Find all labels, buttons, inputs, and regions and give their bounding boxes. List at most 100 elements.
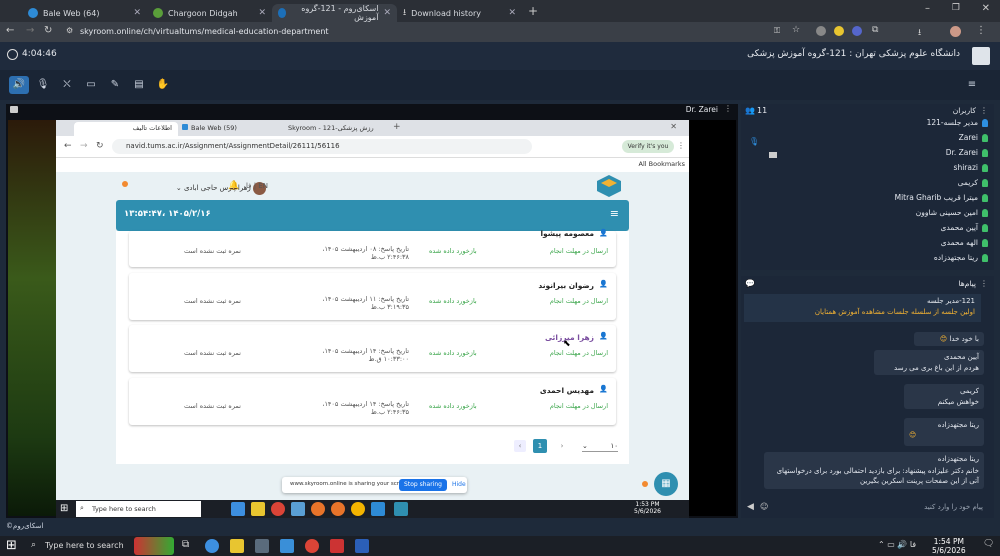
- extensions-icon[interactable]: ⧉: [872, 25, 878, 35]
- maximize-button[interactable]: ❐: [952, 3, 960, 13]
- user-item[interactable]: آیین محمدی: [940, 223, 978, 232]
- page-size-select[interactable]: ⌄ ۱۰: [582, 442, 618, 452]
- new-tab-button[interactable]: +: [528, 4, 538, 18]
- hide-button[interactable]: Hide: [452, 481, 466, 488]
- user-menu[interactable]: زهرا پارس حاجی ابادی ⌄: [116, 180, 266, 196]
- prev-page-button[interactable]: ‹: [514, 440, 526, 452]
- user-item[interactable]: shirazi: [954, 163, 978, 172]
- list-item[interactable]: رضوان بیرانوند 👤 ارسال در مهلت انجام باز…: [129, 273, 616, 320]
- user-item[interactable]: 121-مدیر جلسه: [927, 118, 978, 127]
- files-button[interactable]: ▤: [129, 76, 149, 94]
- user-item[interactable]: Dr. Zarei: [946, 148, 978, 157]
- browser-tab-skyroom[interactable]: اسکای‌روم - 121-گروه آموزش ✕: [272, 4, 397, 22]
- store-icon[interactable]: [255, 539, 269, 553]
- close-icon[interactable]: ✕: [258, 8, 266, 18]
- windows-icon[interactable]: ⊞: [60, 503, 68, 514]
- language-switch[interactable]: فا | EN: [246, 182, 268, 190]
- bell-icon[interactable]: 🔔: [228, 181, 239, 191]
- close-icon[interactable]: ✕: [508, 8, 516, 18]
- app-icon[interactable]: [371, 502, 385, 516]
- notifications-icon[interactable]: 🗨: [983, 539, 994, 549]
- menu-icon[interactable]: ⋮: [677, 141, 685, 150]
- new-tab-button[interactable]: +: [393, 122, 401, 132]
- close-window-button[interactable]: ✕: [982, 3, 990, 14]
- stop-sharing-button[interactable]: Stop sharing: [399, 479, 447, 491]
- inner-tab[interactable]: Skyroom - 121-رزش پزشکی: [288, 124, 388, 132]
- inner-search-box[interactable]: ⌕ Type here to search: [76, 501, 201, 517]
- back-icon[interactable]: ←: [6, 25, 14, 36]
- powerpoint-icon[interactable]: [330, 539, 344, 553]
- raise-hand-button[interactable]: ✋: [153, 76, 173, 94]
- chrome-icon[interactable]: [305, 539, 319, 553]
- list-item[interactable]: معصومه پیشوا 👤 ارسال در مهلت انجام بازخو…: [129, 229, 616, 267]
- inner-url-input[interactable]: navid.tums.ac.ir/Assignment/AssignmentDe…: [112, 139, 532, 154]
- verify-chip[interactable]: Verify it's you: [622, 140, 674, 153]
- browser-tab-chargoon[interactable]: Chargoon Didgah ✕: [147, 4, 272, 22]
- forward-icon[interactable]: →: [26, 25, 34, 36]
- more-icon[interactable]: ⋮: [724, 104, 732, 113]
- user-item[interactable]: کریمی: [958, 178, 978, 187]
- url-input[interactable]: skyroom.online/ch/virtualtums/medical-ed…: [68, 25, 768, 39]
- list-item[interactable]: مهدیس احمدی 👤 ارسال در مهلت انجام بازخور…: [129, 378, 616, 425]
- current-page[interactable]: 1: [533, 439, 547, 453]
- edge-icon[interactable]: [205, 539, 219, 553]
- task-view-icon[interactable]: ⧉: [182, 539, 189, 550]
- news-widget[interactable]: [134, 537, 174, 555]
- send-icon[interactable]: ◀: [747, 502, 754, 512]
- chrome-icon[interactable]: [271, 502, 285, 516]
- mail-icon[interactable]: [291, 502, 305, 516]
- calendar-fab[interactable]: ▦: [654, 472, 678, 496]
- extension-icon[interactable]: [852, 26, 862, 36]
- screen-share-button[interactable]: ▭: [81, 76, 101, 94]
- download-icon[interactable]: ⭳: [918, 25, 921, 41]
- folder-icon[interactable]: [251, 502, 265, 516]
- word-icon[interactable]: [355, 539, 369, 553]
- speaker-button[interactable]: 🔊: [9, 76, 29, 94]
- chrome-icon[interactable]: [351, 502, 365, 516]
- inner-tab[interactable]: Bale Web (59): [182, 124, 282, 132]
- skyroom-icon[interactable]: [394, 502, 408, 516]
- reload-icon[interactable]: ↻: [96, 141, 104, 151]
- windows-icon[interactable]: ⊞: [6, 538, 17, 553]
- browser-tab-bale[interactable]: Bale Web (64) ✕: [22, 4, 147, 22]
- emoji-icon[interactable]: ☺: [760, 502, 768, 511]
- browser-tab-downloads[interactable]: ⭳ Download history ✕: [397, 4, 522, 22]
- tray-icons[interactable]: ⌃ ▭ 🔊 فا: [878, 540, 916, 549]
- list-item[interactable]: زهرا میرزائی 👤 ارسال در مهلت انجام بازخو…: [129, 325, 616, 372]
- close-window-button[interactable]: ✕: [670, 122, 677, 131]
- inner-tab[interactable]: اطلاعات تالیف: [74, 122, 178, 136]
- more-icon[interactable]: ⋮: [980, 106, 988, 115]
- camera-off-button[interactable]: ⛌: [57, 76, 77, 94]
- user-item[interactable]: Mitra Gharib میترا قریب: [895, 193, 978, 202]
- user-item[interactable]: ریتا مجتهدزاده: [934, 253, 978, 262]
- key-icon[interactable]: ⚿: [774, 26, 780, 36]
- all-bookmarks[interactable]: All Bookmarks: [639, 160, 685, 168]
- back-icon[interactable]: ←: [64, 141, 72, 151]
- menu-icon[interactable]: ⋮: [976, 25, 986, 36]
- more-icon[interactable]: ⋮: [980, 279, 988, 288]
- extension-icon[interactable]: [834, 26, 844, 36]
- close-icon[interactable]: ✕: [133, 8, 141, 18]
- chat-input[interactable]: ◀ ☺ پیام خود را وارد کنید: [744, 500, 991, 516]
- extension-icon[interactable]: [816, 26, 826, 36]
- next-page-button[interactable]: ›: [556, 440, 568, 452]
- user-item[interactable]: الهه محمدی: [941, 238, 978, 247]
- folder-icon[interactable]: [230, 539, 244, 553]
- user-item[interactable]: Zarei: [959, 133, 978, 142]
- hamburger-menu-button[interactable]: ≡: [610, 207, 619, 220]
- firefox-icon[interactable]: [311, 502, 325, 516]
- reload-icon[interactable]: ↻: [44, 25, 52, 36]
- user-item[interactable]: امین حسینی شاوون: [916, 208, 978, 217]
- message: ریتا مجتهدزاده 😊: [904, 418, 984, 446]
- mail-icon[interactable]: [280, 539, 294, 553]
- star-icon[interactable]: ☆: [792, 25, 800, 35]
- close-icon[interactable]: ✕: [383, 8, 391, 18]
- edge-icon[interactable]: [231, 502, 245, 516]
- brush-button[interactable]: ✎: [105, 76, 125, 94]
- minimize-button[interactable]: –: [925, 3, 930, 14]
- profile-avatar[interactable]: [950, 26, 961, 37]
- hamburger-menu-button[interactable]: ≡: [962, 76, 982, 94]
- app-icon[interactable]: [331, 502, 345, 516]
- forward-icon[interactable]: →: [80, 141, 88, 151]
- mic-off-button[interactable]: 🎙: [33, 76, 53, 94]
